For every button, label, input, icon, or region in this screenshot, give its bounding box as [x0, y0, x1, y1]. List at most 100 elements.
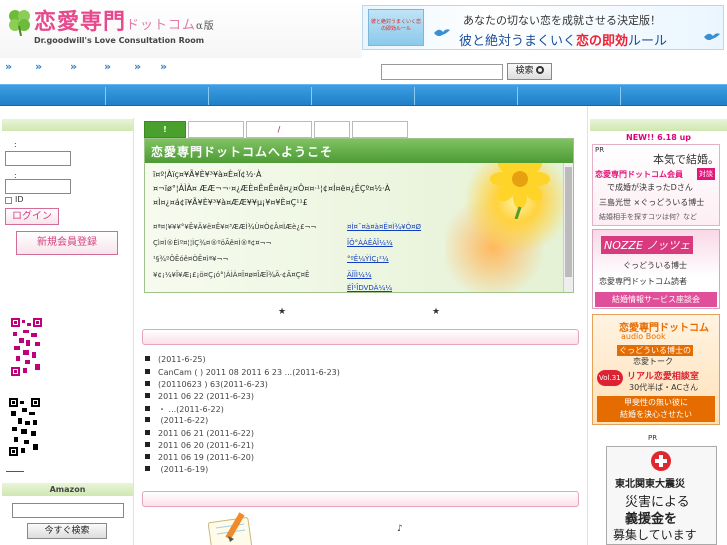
menu-divider [105, 87, 106, 105]
nav-link-6[interactable]: » [160, 60, 167, 73]
ad2-line3: 結婚情報サービス座談会 [595, 292, 717, 307]
news-item-text: CanCam ( ) 2011 08 2011 6 23 ...(2011-6-… [158, 368, 340, 377]
ad3-line4: 恋愛トーク [633, 357, 673, 366]
welcome-news-line: Çì¤Ì®Èìº¤¦¦ÌÇ¾¤®ºöÃê¤Ì®ª¢¤¬¬ [153, 239, 272, 247]
new-label: NEW!! 6.18 up [626, 133, 692, 142]
ad2-brand: NOZZE ノッツェ [601, 236, 694, 254]
tab-3[interactable]: / [246, 121, 312, 138]
login-id-input[interactable] [5, 151, 71, 166]
ad-banner-audiobook[interactable]: 恋愛専門ドットコム audio Book ぐっどういる博士の 恋愛トーク Vol… [592, 314, 720, 425]
welcome-scrollbar[interactable] [563, 163, 573, 292]
ad-banner-marriage[interactable]: PR 本気で結婚。 恋愛専門ドットコム会員 対談 で成婚が決まったDさん 三島光… [592, 144, 720, 226]
tab-4[interactable] [314, 121, 350, 138]
news-item[interactable]: 2011 06 21 (2011-6-22) [145, 429, 254, 438]
ad1-line4: 三島光世 ×ぐっどういる博士 [599, 198, 705, 207]
news-item-text: ・ ...(2011-6-22) [158, 405, 224, 414]
ad3-line6: 30代半ば・ACさん [629, 383, 699, 392]
menu-divider [620, 87, 621, 105]
site-logo[interactable]: 恋愛専門ドットコムα版 [34, 4, 215, 36]
ad3-line3: ぐっどういる博士の [617, 345, 693, 356]
news-item[interactable]: (2011-6-19) [145, 465, 208, 474]
ad-banner-nozze[interactable]: NOZZE ノッツェ ぐっどういる博士 恋愛専門ドットコム読者 結婚情報サービス… [592, 229, 720, 309]
news-item[interactable]: 2011 06 22 (2011-6-23) [145, 392, 254, 401]
scroll-thumb[interactable] [565, 167, 572, 277]
welcome-news-link[interactable]: ÎÔ°ÀÁÊÂÎ¼¼ [347, 239, 393, 247]
news-item-text: (2011-6-22) [158, 416, 209, 425]
news-item-text: 2011 06 22 (2011-6-23) [158, 392, 254, 401]
welcome-news-line: ¥¢¡¼¥Ï¥Æ¡£¡ö¤Ç¡ó°¦ÀÌÀ¤Ï¤ø¤ÎÆÏ¾Ä·¢Ã¤Ç¤Ê [153, 271, 310, 279]
nav-link-4[interactable]: » [104, 60, 111, 73]
welcome-text-line: ¤¬ïø°¦ÀÌÀ¤ ÆÆ¬¬·¤¿ÆÈ¤Ë¤Ê¤ê¤¿¤Ô¤¤·¹¦¢¤Í¤ë… [153, 184, 391, 193]
ad1-badge: 対談 [697, 168, 715, 180]
bullet-icon [145, 356, 150, 361]
logo-subtitle: Dr.goodwill's Love Consultation Room [34, 36, 205, 45]
login-button[interactable]: ログイン [5, 208, 59, 225]
register-button[interactable]: 新規会員登録 [16, 231, 118, 255]
ad1-line2: 恋愛専門ドットコム会員 [595, 170, 683, 179]
bullet-icon [145, 417, 150, 422]
tab-1[interactable]: ! [144, 121, 186, 138]
qr-code-icon [11, 318, 42, 376]
remember-id-checkbox[interactable] [5, 197, 12, 204]
bird-icon [434, 29, 450, 37]
star-icon: ★ [278, 307, 287, 317]
welcome-panel: 恋愛専門ドットコムへようこそ ï¤º¦Àïç¤¥Ã¥È¥³¥à¤È¤Ï¢½·À … [144, 138, 574, 293]
logo-badge: α版 [196, 21, 215, 32]
qr-code-icon [9, 398, 40, 456]
news-item[interactable]: (2011-6-25) [145, 355, 206, 364]
site-search-button[interactable]: 検索 [507, 63, 552, 80]
news-item[interactable]: 2011 06 19 (2011-6-20) [145, 453, 254, 462]
search-icon [535, 66, 544, 74]
bullet-icon [145, 454, 150, 459]
bullet-icon [145, 381, 150, 386]
news-item-text: 2011 06 20 (2011-6-21) [158, 441, 254, 450]
nav-link-5[interactable]: » [134, 60, 141, 73]
welcome-news-link[interactable]: ÄÎÎÌ¼¼ [347, 271, 372, 279]
banner-subline-red: 恋の即効 [576, 34, 629, 49]
login-id-label: : [14, 140, 17, 149]
news-item[interactable]: CanCam ( ) 2011 08 2011 6 23 ...(2011-6-… [145, 368, 340, 377]
ad3-cta: 甲斐性の無い彼に 結婚を決心させたい [597, 396, 715, 422]
amazon-search-button[interactable]: 今すぐ検索 [27, 523, 107, 539]
welcome-text-line: ¤Ì¤¿¤á¢ï¥Ã¥È¥³¥à¤ÆÆ¥¥µ¡¥¤¥È¤Ç¹¹£ [153, 198, 308, 207]
header-banner-ad[interactable]: 彼と絶対うまくいく恋の即効ルール あなたの切ない恋を成就させる決定版！ 彼と絶対… [362, 5, 724, 50]
news-item-text: 2011 06 21 (2011-6-22) [158, 429, 254, 438]
banner-subline-post: ルール [628, 34, 668, 49]
ad3-badge: Vol.31 [597, 370, 623, 386]
site-search-input[interactable] [381, 64, 503, 80]
menu-divider [208, 87, 209, 105]
news-item[interactable]: (2011-6-22) [145, 416, 208, 425]
ad3-line7: 甲斐性の無い彼に [624, 398, 688, 407]
ad-banner-donation[interactable]: 東北関東大震災 災害による 義援金を 募集しています [606, 446, 717, 545]
pr-label: PR [648, 434, 658, 442]
logo-suffix: ドットコム [126, 18, 197, 33]
welcome-news-link[interactable]: °ºÊ¼ÝÌÇ¡²¼ [347, 255, 389, 263]
welcome-news-link[interactable]: ¤Ì¤¯¤à¤à¤Ë¤Ì¾¥Ò¤Ø [347, 223, 421, 231]
clover-logo-icon [9, 10, 30, 36]
logo-title-text: 恋愛専門 [34, 9, 127, 35]
news-item[interactable]: 2011 06 20 (2011-6-21) [145, 441, 254, 450]
banner-subline: 彼と絶対うまくいく恋の即効ルール [459, 30, 667, 49]
tab-2[interactable] [188, 121, 244, 138]
amazon-search-input[interactable] [12, 503, 124, 518]
login-form: : : ID ログイン 新規会員登録 [2, 134, 133, 264]
login-password-input[interactable] [5, 179, 71, 194]
ad2-line2: 恋愛専門ドットコム読者 [599, 277, 687, 286]
tab-5[interactable] [352, 121, 408, 138]
news-item[interactable]: ・ ...(2011-6-22) [145, 404, 224, 415]
ad4-line1: 東北関東大震災 [615, 479, 685, 490]
news-item-text: (20110623 ) 63(2011-6-23) [158, 380, 268, 389]
welcome-news-link[interactable]: ÉÎ¹ÎDVDÀ¼¼ [347, 284, 392, 292]
nav-link-1[interactable]: » [5, 60, 12, 73]
section-header-bar [142, 491, 579, 507]
welcome-text-line: ï¤º¦Àïç¤¥Ã¥È¥³¥à¤È¤Ï¢½·À [153, 170, 262, 179]
menu-divider [414, 87, 415, 105]
menu-divider [517, 87, 518, 105]
login-header-bar [2, 119, 133, 131]
ad4-line3: 義援金を [625, 512, 678, 527]
news-item[interactable]: (20110623 ) 63(2011-6-23) [145, 380, 268, 389]
bullet-icon [145, 466, 150, 471]
nav-link-2[interactable]: » [35, 60, 42, 73]
nav-link-3[interactable]: » [70, 60, 77, 73]
banner-subline-pre: 彼と絶対うまくいく [459, 34, 577, 49]
